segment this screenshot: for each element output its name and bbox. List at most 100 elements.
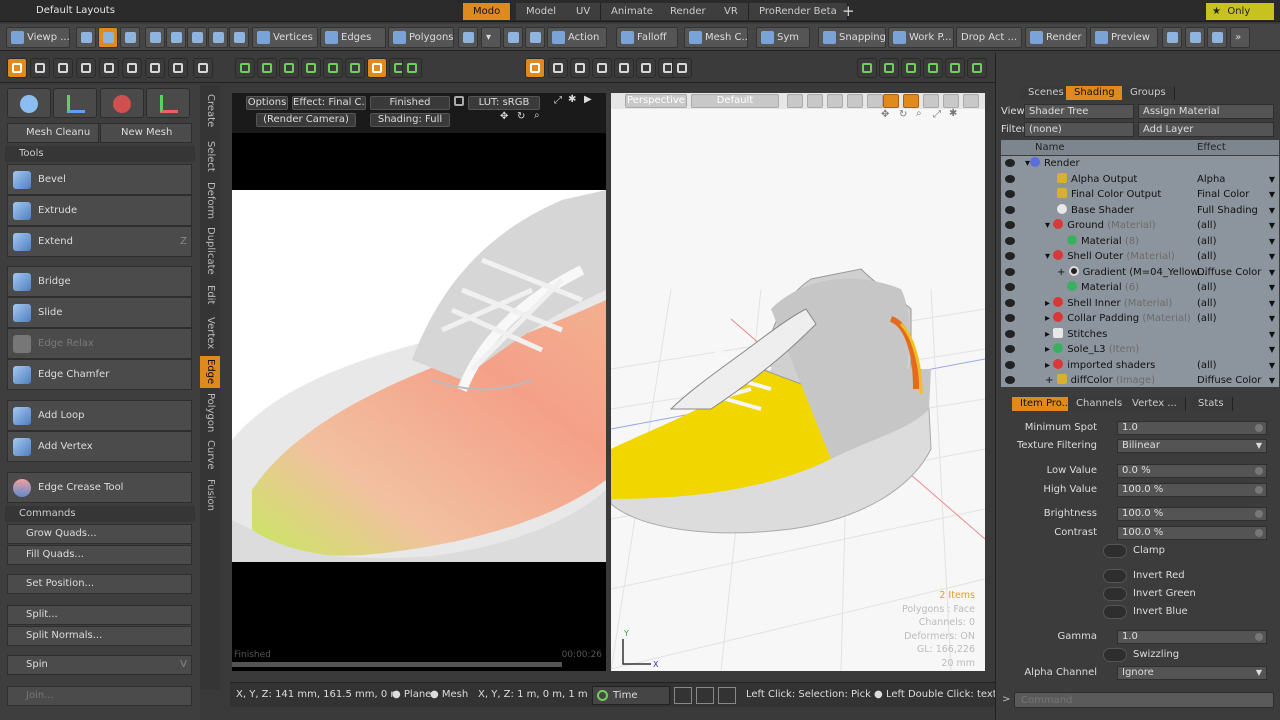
maximize-icon[interactable]: ⤢ xyxy=(554,95,562,106)
effect-dropdown-icon[interactable]: ▼ xyxy=(1269,280,1275,295)
axis-gizmo-icon[interactable] xyxy=(146,88,190,118)
layout-title[interactable]: Default Layouts xyxy=(36,5,115,16)
fill-quads-button[interactable]: Fill Quads... xyxy=(7,545,192,565)
paint-select-icon[interactable] xyxy=(187,27,207,48)
tab-fusion[interactable]: Fusion xyxy=(200,475,220,515)
spin-button[interactable]: Spin V xyxy=(7,655,192,675)
invert-green-checkbox[interactable] xyxy=(1103,587,1127,601)
effect-dropdown-icon[interactable]: ▼ xyxy=(1269,327,1275,342)
visibility-icon[interactable] xyxy=(1005,298,1015,307)
tree-item-effect[interactable]: Final Color xyxy=(1197,187,1249,202)
toggle-panels-icon[interactable] xyxy=(1162,27,1182,48)
edges-button[interactable]: Edges xyxy=(320,27,386,48)
vp-opt-1-icon[interactable] xyxy=(787,94,803,108)
move-icon[interactable] xyxy=(30,58,50,78)
texture-filtering-dropdown[interactable]: Bilinear ▼ xyxy=(1117,439,1267,453)
contrast-field[interactable]: 100.0 % xyxy=(1117,526,1267,540)
viewport-image-icon[interactable] xyxy=(614,58,634,78)
visibility-icon[interactable] xyxy=(1005,267,1015,276)
perspective-viewport[interactable]: Perspective Default ✥ ↻ ⌕ ⤢ ✱ Y X 2 Item… xyxy=(611,93,985,671)
mesh-cleanup-button[interactable]: Mesh Cleanu ... xyxy=(7,123,99,156)
high-value-field[interactable]: 100.0 % xyxy=(1117,483,1267,497)
action-button[interactable]: Action xyxy=(547,27,607,48)
drop-action-button[interactable]: Drop Act ... xyxy=(956,27,1022,48)
tree-row[interactable]: ▾ Ground (Material) (all) ▼ xyxy=(1001,218,1279,233)
render-pick-icon[interactable] xyxy=(279,58,299,78)
scale-icon[interactable] xyxy=(145,58,165,78)
add-render-tool-icon[interactable] xyxy=(402,58,422,78)
polygons-button[interactable]: Polygons xyxy=(388,27,454,48)
render-region-icon[interactable] xyxy=(235,58,255,78)
tree-row[interactable]: + diffColor (Image) Diffuse Color ▼ xyxy=(1001,373,1279,388)
effect-dropdown-icon[interactable]: ▼ xyxy=(1269,249,1275,264)
plane-toggle[interactable]: ● Plane xyxy=(392,683,431,707)
split-button[interactable]: Split... xyxy=(7,605,192,625)
tree-item-effect[interactable]: (all) xyxy=(1197,296,1217,311)
vp-opt-4-icon[interactable] xyxy=(847,94,863,108)
edit-icon[interactable] xyxy=(53,58,73,78)
visibility-icon[interactable] xyxy=(1005,314,1015,322)
tree-row[interactable]: ▸ imported shaders (all) ▼ xyxy=(1001,358,1279,373)
render-camera-icon[interactable] xyxy=(301,58,321,78)
timeline-icon[interactable] xyxy=(674,687,692,704)
add-tab-icon[interactable]: + xyxy=(842,2,855,20)
tab-groups[interactable]: Groups xyxy=(1122,86,1175,100)
visibility-icon[interactable] xyxy=(1005,283,1015,291)
swizzling-checkbox[interactable] xyxy=(1103,648,1127,662)
new-mesh-button[interactable]: New Mesh xyxy=(100,123,192,143)
tab-vertex[interactable]: Vertex ... xyxy=(1124,397,1186,411)
select-icon[interactable] xyxy=(145,27,165,48)
effect-dropdown-icon[interactable]: ▼ xyxy=(1269,234,1275,249)
mesh-constraint-button[interactable]: Mesh C... xyxy=(684,27,748,48)
snap-icon[interactable] xyxy=(99,58,119,78)
effect-dropdown-icon[interactable]: ▼ xyxy=(1269,311,1275,326)
slide-button[interactable]: Slide xyxy=(7,297,192,328)
tree-row[interactable]: Final Color Output Final Color ▼ xyxy=(1001,187,1279,202)
tab-vertex[interactable]: Vertex xyxy=(200,313,220,353)
visibility-icon[interactable] xyxy=(1005,376,1015,384)
person-icon[interactable] xyxy=(120,27,140,48)
image-icon[interactable] xyxy=(923,58,943,78)
clamp-checkbox[interactable] xyxy=(1103,544,1127,558)
transform-gizmo-icon[interactable] xyxy=(53,88,97,118)
tree-row[interactable]: Material (6) (all) ▼ xyxy=(1001,280,1279,295)
soft-sphere-icon[interactable] xyxy=(100,88,144,118)
tree-row[interactable]: Alpha Output Alpha ▼ xyxy=(1001,172,1279,187)
brightness-field[interactable]: 100.0 % xyxy=(1117,507,1267,521)
effect-dropdown-icon[interactable]: ▼ xyxy=(1269,296,1275,311)
tab-render[interactable]: Render xyxy=(660,3,717,20)
tab-animate[interactable]: Animate xyxy=(601,3,664,20)
render-move-icon[interactable] xyxy=(257,58,277,78)
add-layer-button[interactable]: Add Layer xyxy=(1138,122,1274,137)
paint-icon[interactable] xyxy=(901,58,921,78)
bevel-button[interactable]: Bevel xyxy=(7,164,192,195)
tree-item-effect[interactable]: (all) xyxy=(1197,311,1217,326)
primitive-sphere-icon[interactable] xyxy=(7,88,51,118)
viewport-light-icon[interactable] xyxy=(592,58,612,78)
tree-item-effect[interactable]: (all) xyxy=(1197,280,1217,295)
zoom-icon[interactable] xyxy=(168,58,188,78)
render-viewport[interactable]: Options Effect: Final C... Finished LUT:… xyxy=(232,93,606,671)
split-view-icon[interactable] xyxy=(718,687,736,704)
visibility-icon[interactable] xyxy=(1005,174,1015,183)
vp-opt-2-icon[interactable] xyxy=(807,94,823,108)
add-vertex-button[interactable]: Add Vertex xyxy=(7,431,192,462)
tree-item-effect[interactable]: (all) xyxy=(1197,249,1217,264)
options-button[interactable]: Options xyxy=(246,96,288,110)
gamma-field[interactable]: 1.0 xyxy=(1117,630,1267,644)
tree-item-effect[interactable]: Diffuse Color xyxy=(1197,265,1261,280)
action-center-icon[interactable] xyxy=(525,27,545,48)
viewport-grid-icon[interactable] xyxy=(548,58,568,78)
split-normals-button[interactable]: Split Normals... xyxy=(7,626,192,646)
tab-modo[interactable]: Modo xyxy=(463,3,512,20)
effect-dropdown-icon[interactable]: ▼ xyxy=(1269,218,1275,233)
lut-dropdown[interactable]: LUT: sRGB xyxy=(468,96,540,110)
visibility-icon[interactable] xyxy=(1005,159,1015,167)
check-icon[interactable] xyxy=(76,58,96,78)
list-icon[interactable] xyxy=(857,58,877,78)
effect-dropdown-icon[interactable]: ▼ xyxy=(1269,358,1275,373)
pan-icon[interactable]: ✥ xyxy=(500,111,508,122)
snapping-button[interactable]: Snapping xyxy=(818,27,886,48)
only-toggle[interactable]: ★ Only xyxy=(1206,3,1274,20)
assign-material-button[interactable]: Assign Material xyxy=(1138,104,1274,119)
